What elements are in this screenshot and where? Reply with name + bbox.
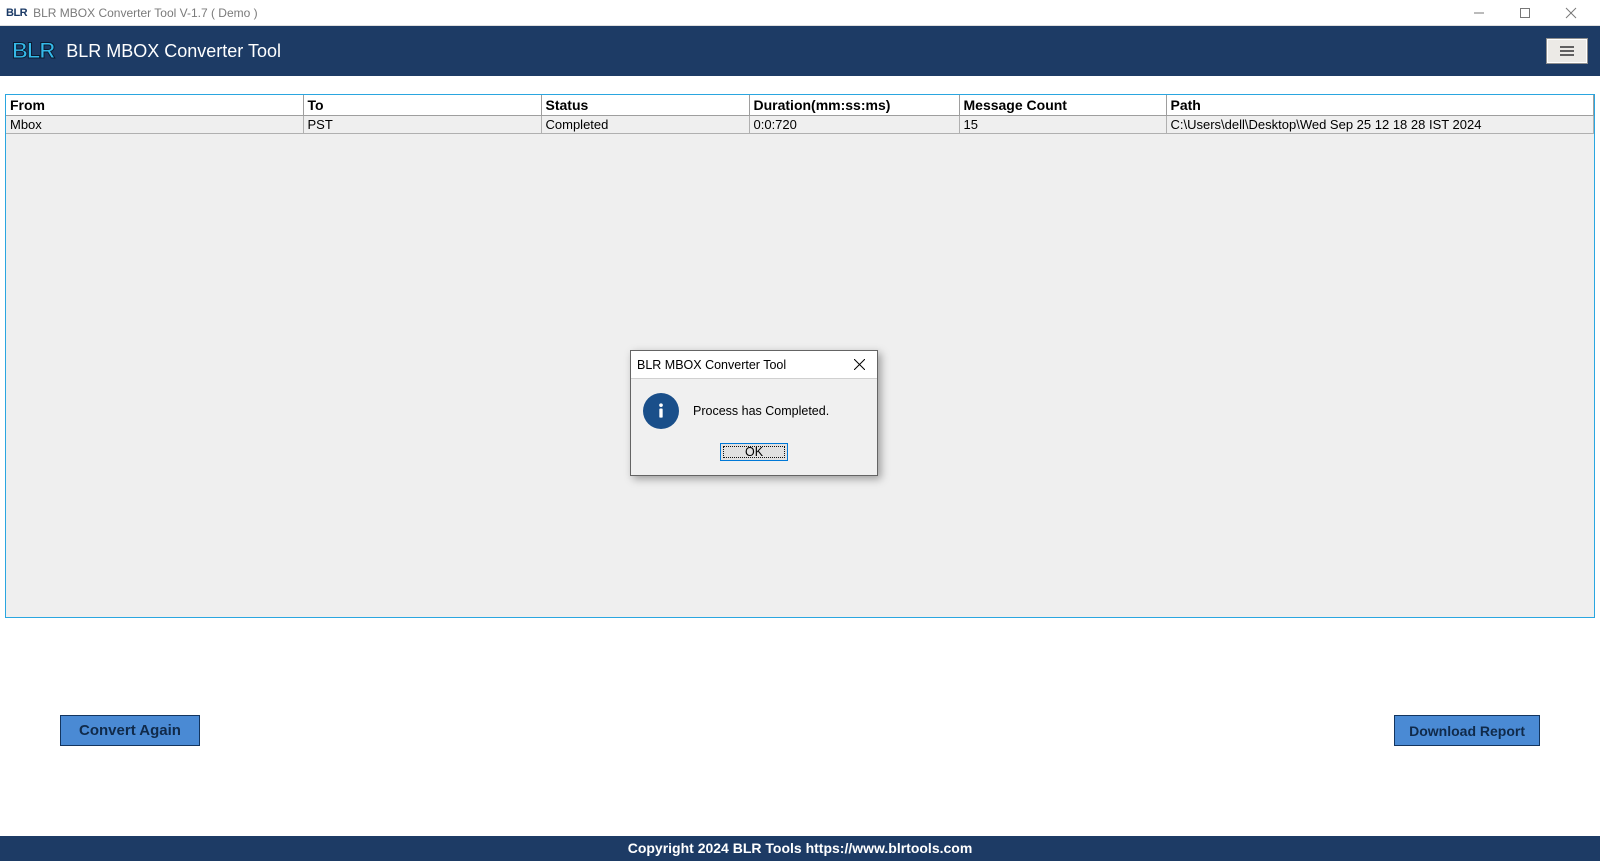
cell-count: 15 bbox=[959, 116, 1166, 134]
app-title: BLR MBOX Converter Tool bbox=[66, 41, 281, 62]
ok-button[interactable]: OK bbox=[720, 443, 788, 461]
cell-duration: 0:0:720 bbox=[749, 116, 959, 134]
header-count[interactable]: Message Count bbox=[959, 95, 1166, 116]
dialog-titlebar[interactable]: BLR MBOX Converter Tool bbox=[631, 351, 877, 379]
app-header: BLR BLR MBOX Converter Tool bbox=[0, 26, 1600, 76]
dialog-message: Process has Completed. bbox=[693, 404, 829, 418]
dialog-close-button[interactable] bbox=[847, 357, 871, 373]
logo: BLR bbox=[12, 38, 54, 64]
minimize-button[interactable] bbox=[1456, 0, 1502, 26]
header-status[interactable]: Status bbox=[541, 95, 749, 116]
header-duration[interactable]: Duration(mm:ss:ms) bbox=[749, 95, 959, 116]
cell-from: Mbox bbox=[6, 116, 303, 134]
completion-dialog: BLR MBOX Converter Tool Process has Comp… bbox=[630, 350, 878, 476]
header-to[interactable]: To bbox=[303, 95, 541, 116]
header-path[interactable]: Path bbox=[1166, 95, 1594, 116]
window-title: BLR MBOX Converter Tool V-1.7 ( Demo ) bbox=[33, 6, 258, 20]
header-from[interactable]: From bbox=[6, 95, 303, 116]
table-header-row: From To Status Duration(mm:ss:ms) Messag… bbox=[6, 95, 1594, 116]
cell-status: Completed bbox=[541, 116, 749, 134]
maximize-button[interactable] bbox=[1502, 0, 1548, 26]
app-icon: BLR bbox=[6, 7, 27, 19]
dialog-title: BLR MBOX Converter Tool bbox=[637, 358, 786, 372]
close-button[interactable] bbox=[1548, 0, 1594, 26]
hamburger-icon bbox=[1560, 43, 1574, 59]
cell-path: C:\Users\dell\Desktop\Wed Sep 25 12 18 2… bbox=[1166, 116, 1594, 134]
convert-again-button[interactable]: Convert Again bbox=[60, 715, 200, 746]
window-titlebar: BLR BLR MBOX Converter Tool V-1.7 ( Demo… bbox=[0, 0, 1600, 26]
cell-to: PST bbox=[303, 116, 541, 134]
info-icon bbox=[643, 393, 679, 429]
menu-button[interactable] bbox=[1546, 38, 1588, 64]
table-row[interactable]: Mbox PST Completed 0:0:720 15 C:\Users\d… bbox=[6, 116, 1594, 134]
download-report-button[interactable]: Download Report bbox=[1394, 715, 1540, 746]
copyright-bar: Copyright 2024 BLR Tools https://www.blr… bbox=[0, 836, 1600, 861]
